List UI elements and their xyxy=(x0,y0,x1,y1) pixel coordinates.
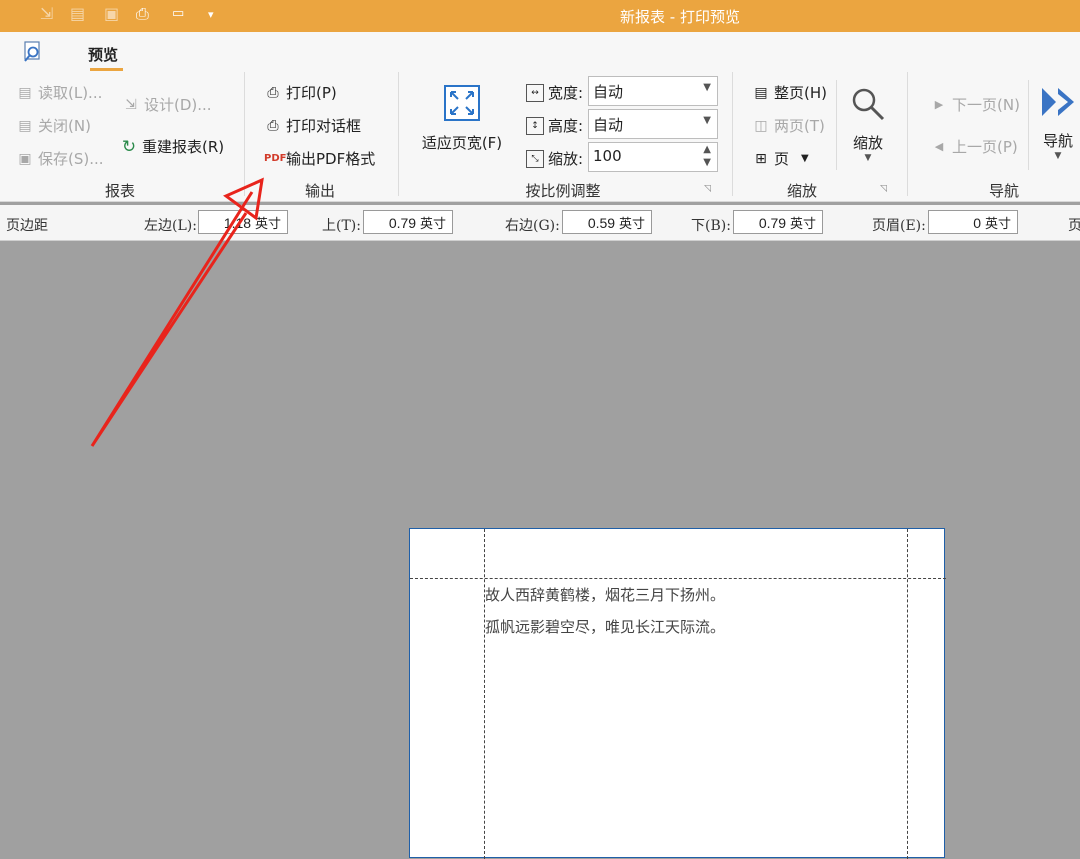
annotation-arrow-icon xyxy=(90,177,264,447)
